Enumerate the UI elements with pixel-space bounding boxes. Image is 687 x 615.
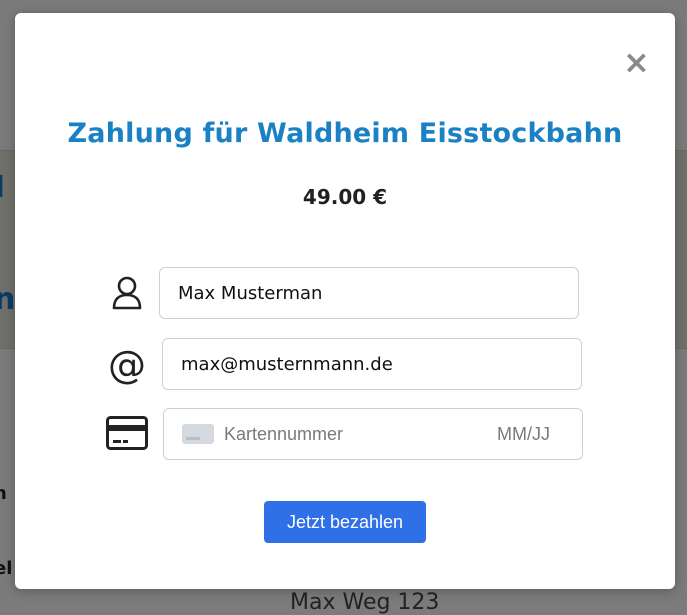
credit-card-icon <box>105 411 149 455</box>
card-expiry-placeholder[interactable]: MM/JJ <box>497 424 550 445</box>
card-field[interactable]: Kartennummer MM/JJ <box>163 408 583 460</box>
background-address-text: Max Weg 123 <box>290 590 440 615</box>
name-input[interactable] <box>160 268 578 318</box>
background-label-fragment: el <box>0 558 13 579</box>
background-heading-fragment: I <box>0 170 5 205</box>
payment-modal: × Zahlung für Waldheim Eisstockbahn 49.0… <box>15 13 675 589</box>
email-input[interactable] <box>163 339 581 389</box>
pay-button[interactable]: Jetzt bezahlen <box>264 501 426 543</box>
user-icon <box>105 271 149 315</box>
payment-title: Zahlung für Waldheim Eisstockbahn <box>67 118 623 149</box>
card-number-placeholder[interactable]: Kartennummer <box>224 424 497 445</box>
payment-amount: 49.00 € <box>302 185 388 209</box>
close-icon[interactable]: × <box>623 46 650 78</box>
name-field[interactable] <box>159 267 579 319</box>
background-label-fragment: n <box>0 483 7 504</box>
at-icon: @ <box>108 343 146 387</box>
card-brand-icon <box>182 424 214 444</box>
email-field[interactable] <box>162 338 582 390</box>
background-subheading-fragment: n <box>0 282 16 317</box>
